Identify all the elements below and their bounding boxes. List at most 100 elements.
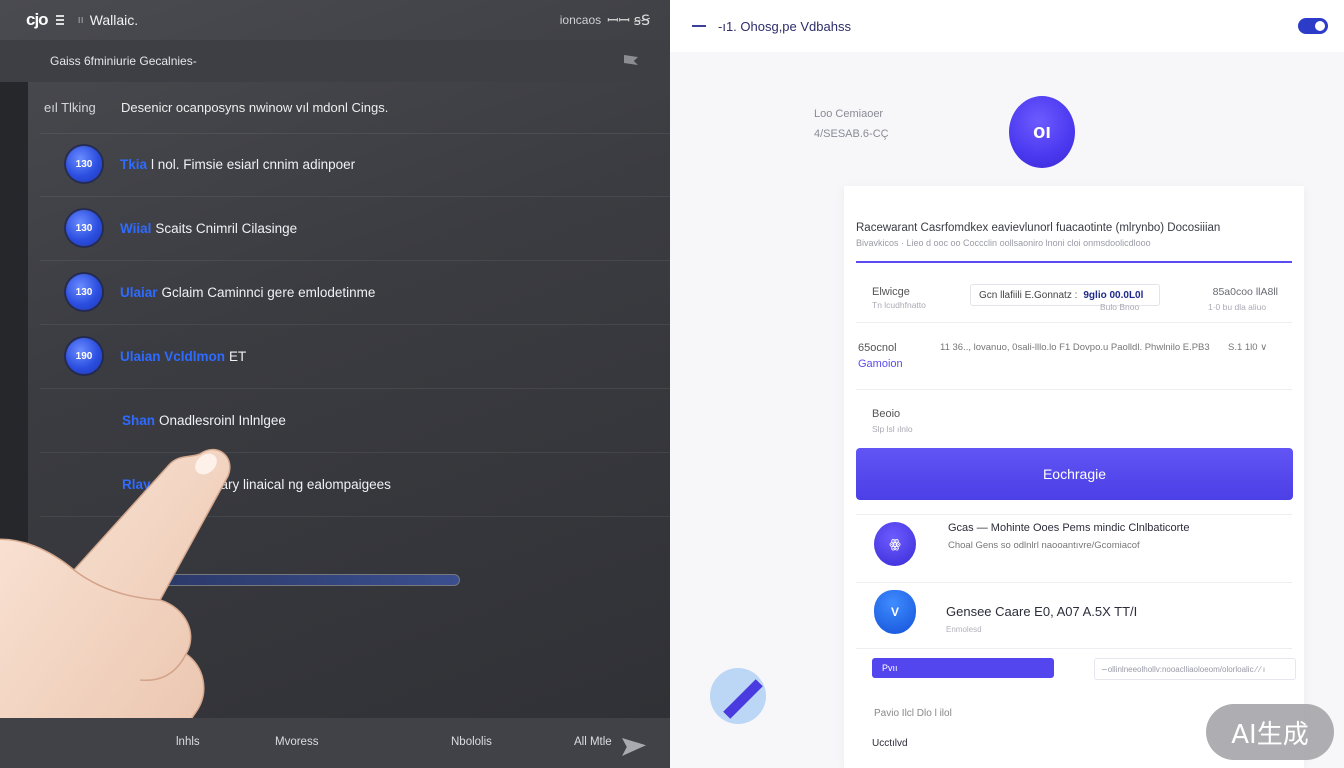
field1-label: Elwicge bbox=[872, 286, 910, 298]
input-value: 9glio 00.0L0l bbox=[1083, 289, 1144, 301]
field2-label-secondary: Gamoion bbox=[858, 358, 903, 370]
toggle-switch[interactable] bbox=[1298, 18, 1328, 34]
item-text: Gcas — Mohinte Ooes Pems mindic Clnlbati… bbox=[948, 522, 1189, 551]
field1-hint: Tn lcudhfnatto bbox=[872, 300, 926, 310]
item-accent: Tkia bbox=[120, 156, 148, 172]
item-badge-icon: 130 bbox=[66, 210, 102, 246]
divider bbox=[40, 196, 670, 197]
field3-label: Beoio bbox=[872, 408, 901, 420]
pill-note: ∽ollinlneeolhollv:nooaclliaoloeom/olorlo… bbox=[1094, 658, 1296, 680]
item-text: l nol. Fimsie esiarl cnnim adinpoer bbox=[151, 156, 356, 172]
field2-dropdown[interactable]: S.1 1l0 ∨ bbox=[1228, 342, 1267, 353]
list-item[interactable]: 130 Ulaiar Gclaim Caminnci gere emlodeti… bbox=[66, 272, 375, 312]
bottom-tab-4[interactable]: All Mtle bbox=[574, 736, 612, 748]
connection-value: 4/SESAB.6-CÇ bbox=[814, 128, 889, 140]
item-accent: Rlay bbox=[122, 476, 151, 492]
divider bbox=[856, 514, 1292, 515]
app-logo[interactable]: cjo bbox=[26, 10, 49, 30]
left-panel: cjo ıı Wallaic. ioncaos ꟷꟷ ꞩꞨ Gaiss 6fmi… bbox=[0, 0, 670, 768]
field1-amount: 85a0coo llA8ll bbox=[1212, 286, 1278, 298]
left-topbar: cjo ıı Wallaic. ioncaos ꟷꟷ ꞩꞨ bbox=[0, 0, 670, 40]
item-text: Gclaim Caminnci gere emlodetinme bbox=[161, 284, 376, 300]
connection-label: Loo Cemiaoer bbox=[814, 108, 884, 120]
left-rail bbox=[0, 82, 28, 768]
card-subtitle: Bivavkicos · Lieo d ooc oo Coccclin ooll… bbox=[856, 238, 1151, 248]
item-text: Gensee Caare E0, A07 A.5X TT/I Enmolesd bbox=[946, 604, 1137, 634]
right-header: -ı1. Ohosg,pe Vdbahss bbox=[670, 0, 1344, 52]
app-title: Wallaic. bbox=[89, 12, 139, 28]
field2-label: 65ocnol bbox=[858, 342, 897, 354]
edit-pen-icon[interactable] bbox=[710, 668, 766, 724]
item-accent: Ulaiar bbox=[120, 284, 158, 300]
list-item[interactable]: V Gensee Caare E0, A07 A.5X TT/I Enmoles… bbox=[874, 590, 1137, 634]
menu-icon[interactable] bbox=[55, 15, 64, 25]
item-title: Gcas — Mohinte Ooes Pems mindic Clnlbati… bbox=[948, 522, 1190, 534]
item-text: al lisarr Kclary linaical ng ealompaigee… bbox=[154, 476, 391, 492]
item-badge-icon: 130 bbox=[66, 274, 102, 310]
divider bbox=[40, 324, 670, 325]
item-accent: Wiial bbox=[120, 220, 152, 236]
footer-link[interactable]: Ucctılvd bbox=[872, 738, 908, 749]
item-text: Scaits Cnimril Cilasinge bbox=[155, 220, 298, 236]
list-header-col1: eıl Tlking bbox=[44, 100, 96, 115]
divider bbox=[856, 582, 1292, 583]
list-item[interactable]: Shan Onadlesroinl Inlnlgee bbox=[122, 400, 286, 440]
input-hint: Bulo Bnoo bbox=[1100, 302, 1140, 312]
field2-text: 11 36.., lovanuo, 0sali-lllo.lo F1 Dovpo… bbox=[940, 342, 1210, 353]
item-purple-icon: ꙮ bbox=[874, 522, 916, 566]
bottom-tab-1[interactable]: lnhls bbox=[176, 736, 200, 748]
progress-bar[interactable] bbox=[86, 574, 460, 586]
card-title: Racewarant Casrfomdkex eavievlunorl fuac… bbox=[856, 222, 1221, 234]
bottom-tab-3[interactable]: Nbololis bbox=[451, 736, 492, 748]
left-subbar: Gaiss 6fminiurie Gecalnies- bbox=[0, 40, 670, 82]
item-shield-icon: V bbox=[874, 590, 916, 634]
field3-hint: Slp lsl ılnlo bbox=[872, 424, 913, 434]
item-badge-icon: 130 bbox=[66, 146, 102, 182]
bottom-tab-2[interactable]: Mvoress bbox=[275, 736, 318, 748]
list-item[interactable]: 130 Wiial Scaits Cnimril Cilasinge bbox=[66, 208, 297, 248]
ai-watermark: AI生成 bbox=[1206, 704, 1334, 760]
divider bbox=[40, 516, 670, 517]
list-header-col2: Desenicr ocanposyns nwinow vıl mdonl Cin… bbox=[121, 100, 389, 115]
right-panel: -ı1. Ohosg,pe Vdbahss Loo Cemiaoer 4/SES… bbox=[670, 0, 1344, 768]
back-icon[interactable] bbox=[692, 25, 706, 27]
item-subtitle: Choal Gens so odlnlrl naooantıvre/Gcomia… bbox=[948, 540, 1140, 551]
divider bbox=[856, 322, 1292, 323]
list-item[interactable]: 130 Tkia l nol. Fimsie esiarl cnnim adin… bbox=[66, 144, 355, 184]
topbar-account-label[interactable]: ioncaos bbox=[560, 13, 601, 27]
right-header-title: -ı1. Ohosg,pe Vdbahss bbox=[718, 18, 851, 34]
item-text: Onadlesroinl Inlnlgee bbox=[159, 412, 286, 428]
bottom-nav: lnhls Mvoress Nbololis All Mtle bbox=[0, 718, 670, 768]
exchange-card: Racewarant Casrfomdkex eavievlunorl fuac… bbox=[844, 186, 1304, 768]
exchange-button[interactable]: Eochragie bbox=[856, 448, 1293, 500]
divider bbox=[40, 388, 670, 389]
avatar[interactable]: oı bbox=[1009, 96, 1075, 168]
window-controls-icon[interactable]: ꟷꟷ ꞩꞨ bbox=[607, 11, 650, 30]
footer-text: Pavio Ilcl Dlo l ilol bbox=[874, 708, 952, 719]
item-badge-icon: 190 bbox=[66, 338, 102, 374]
item-accent: Ulaian Vcldlmon bbox=[120, 348, 226, 364]
field1-amount-hint: 1·0 bu dla aliuo bbox=[1208, 302, 1267, 312]
item-title: Gensee Caare E0, A07 A.5X TT/I bbox=[946, 604, 1138, 619]
action-pill[interactable]: Pvıı bbox=[872, 658, 1054, 678]
divider bbox=[40, 452, 670, 453]
connection-info: Loo Cemiaoer 4/SESAB.6-CÇ bbox=[814, 104, 889, 144]
subbar-title: Gaiss 6fminiurie Gecalnies- bbox=[50, 54, 197, 68]
divider bbox=[856, 648, 1292, 649]
divider bbox=[40, 260, 670, 261]
topbar-actions: ioncaos ꟷꟷ ꞩꞨ bbox=[560, 11, 650, 30]
list-header: eıl Tlking Desenicr ocanposyns nwinow vı… bbox=[44, 100, 388, 115]
flag-icon[interactable] bbox=[622, 53, 642, 69]
input-prefix: Gcn llafiili E.Gonnatz : bbox=[979, 289, 1078, 301]
divider bbox=[856, 389, 1292, 390]
topbar-separator: ıı bbox=[77, 14, 84, 26]
list-item[interactable]: ꙮ Gcas — Mohinte Ooes Pems mindic Clnlba… bbox=[874, 522, 1189, 566]
divider bbox=[40, 133, 670, 134]
item-subtitle: Enmolesd bbox=[946, 625, 982, 634]
card-divider bbox=[856, 261, 1292, 263]
item-accent: Shan bbox=[122, 412, 156, 428]
item-text: ET bbox=[229, 348, 247, 364]
list-item[interactable]: Rlay al lisarr Kclary linaical ng ealomp… bbox=[122, 464, 391, 504]
progress-fill bbox=[87, 575, 459, 585]
list-item[interactable]: 190 Ulaian Vcldlmon ET bbox=[66, 336, 246, 376]
